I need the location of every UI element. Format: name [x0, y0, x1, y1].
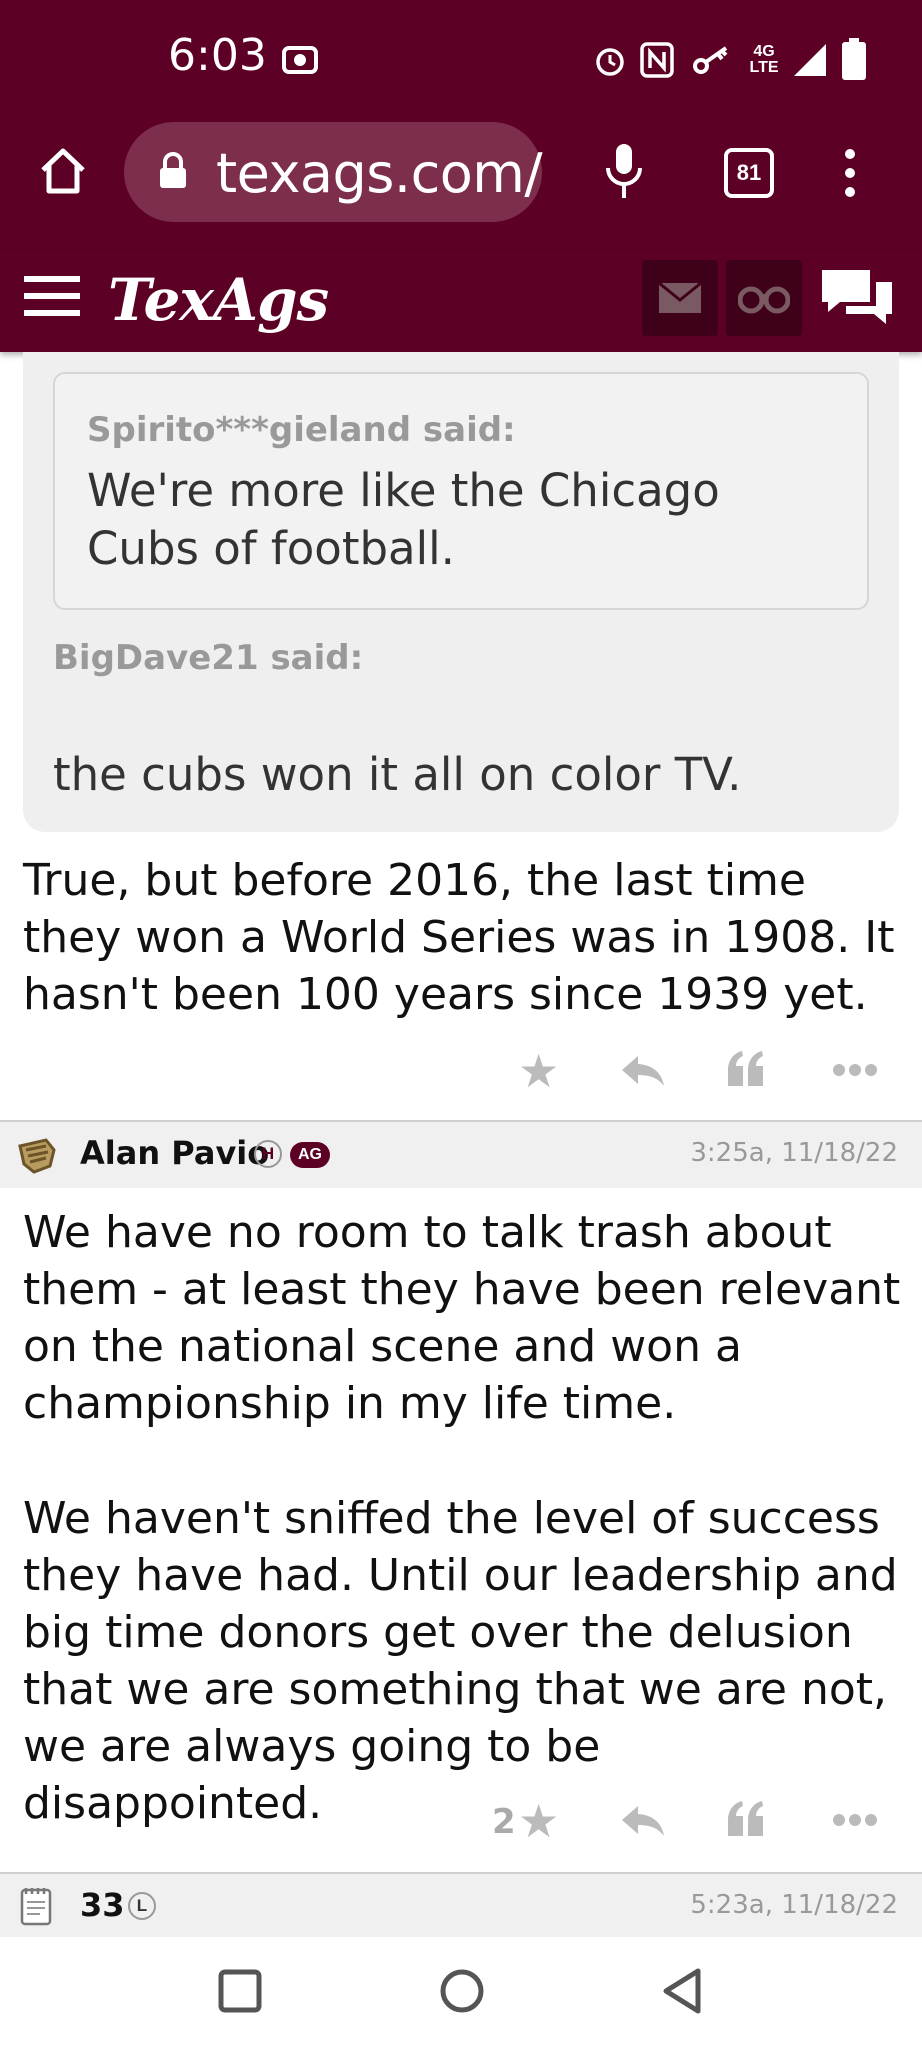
more-options-icon[interactable] [832, 1062, 878, 1078]
nested-quote: Spirito***gieland said: We're more like … [53, 372, 869, 610]
hamburger-menu-icon[interactable] [24, 274, 80, 318]
reply-icon[interactable] [620, 1804, 666, 1838]
post-meta-bar: Alan Pavio H AG 3:25a, 11/18/22 [0, 1120, 922, 1188]
url-bar[interactable]: texags.com/ [124, 122, 543, 222]
post-body-paragraph-1: We have no room to talk trash about them… [23, 1207, 901, 1429]
chat-icon[interactable] [818, 266, 896, 328]
status-time: 6:03 [168, 30, 267, 81]
nested-quote-text: We're more like the Chicago Cubs of foot… [87, 464, 720, 575]
post-timestamp: 3:25a, 11/18/22 [690, 1138, 898, 1168]
quote-text: the cubs won it all on color TV. [53, 748, 742, 801]
back-icon[interactable] [660, 1967, 704, 2015]
post-body-paragraph-2: We haven't sniffed the level of success … [23, 1493, 898, 1829]
battery-icon [842, 38, 866, 80]
vpn-key-icon [693, 46, 728, 74]
nested-quote-author: Spirito***gieland said: [87, 410, 516, 450]
messages-button[interactable] [642, 260, 718, 336]
system-nav-bar [0, 1937, 922, 2048]
lock-icon [160, 152, 186, 188]
notepad-avatar-icon[interactable] [20, 1886, 52, 1926]
network-type-label: 4G LTE [749, 43, 779, 76]
badge-l: L [128, 1892, 156, 1920]
star-icon[interactable]: ★ [518, 1044, 559, 1098]
alarm-icon [596, 48, 624, 76]
quote-author: BigDave21 said: [53, 638, 364, 678]
tab-count-button[interactable]: 81 [724, 148, 774, 198]
microphone-icon[interactable] [604, 142, 644, 202]
badge-ag: AG [290, 1142, 330, 1168]
site-logo[interactable]: TexAgs [108, 266, 329, 334]
post-author[interactable]: Alan Pavio [80, 1134, 269, 1172]
envelope-icon [658, 282, 702, 313]
user-avatar-icon[interactable] [16, 1136, 58, 1176]
post-meta-bar: 33 L 5:23a, 11/18/22 [0, 1872, 922, 1938]
home-nav-icon[interactable] [438, 1967, 486, 2015]
quote-block: Spirito***gieland said: We're more like … [23, 352, 899, 832]
recents-icon[interactable] [218, 1969, 262, 2013]
post-timestamp: 5:23a, 11/18/22 [690, 1890, 898, 1920]
nfc-icon [640, 42, 674, 78]
reply-icon[interactable] [620, 1054, 666, 1088]
quote-icon[interactable] [726, 1050, 766, 1088]
url-text: texags.com/ [216, 142, 543, 205]
screenshot-indicator-icon [282, 46, 318, 74]
star-count: 2 [492, 1802, 516, 1842]
binoculars-icon [738, 286, 790, 314]
more-vert-icon[interactable] [838, 148, 862, 198]
home-icon[interactable] [38, 146, 88, 196]
badge-h: H [254, 1140, 282, 1168]
site-header: TexAgs [0, 250, 922, 352]
watch-button[interactable] [726, 260, 802, 336]
post-body: True, but before 2016, the last time the… [23, 855, 895, 1020]
quote-icon[interactable] [726, 1800, 766, 1838]
more-options-icon[interactable] [832, 1812, 878, 1828]
signal-icon [794, 44, 826, 76]
star-icon[interactable]: ★ [518, 1794, 559, 1848]
post-author[interactable]: 33 [80, 1886, 125, 1924]
status-bar: 6:03 4G LTE [0, 0, 922, 120]
